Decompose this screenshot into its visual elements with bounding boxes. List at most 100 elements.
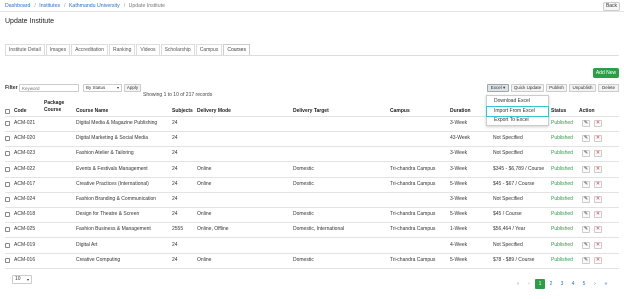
page-link[interactable]: 2: [546, 279, 556, 289]
excel-menu: Download Excel Template Import From Exce…: [486, 95, 549, 126]
table-row[interactable]: ACM-022 Events & Festivals Management 24 On…: [5, 164, 619, 175]
page-link[interactable]: 5: [579, 279, 589, 289]
pencil-icon[interactable]: ✎: [582, 256, 590, 264]
quick-update-button[interactable]: Quick Update: [511, 84, 544, 92]
publish-button[interactable]: Publish: [546, 84, 567, 92]
row-course-name[interactable]: Creative Computing: [76, 255, 120, 266]
delete-button[interactable]: Delete: [598, 84, 619, 92]
filter-label: Filter: [5, 85, 18, 91]
row-divider: [5, 222, 619, 224]
close-icon[interactable]: ✕: [594, 226, 602, 234]
page-link[interactable]: 3: [557, 279, 567, 289]
row-checkbox[interactable]: [5, 242, 10, 248]
tab-ranking[interactable]: Ranking: [109, 44, 136, 55]
breadcrumb-institutes[interactable]: Institutes: [39, 3, 60, 9]
tab-campus[interactable]: Campus: [195, 44, 223, 55]
close-icon[interactable]: ✕: [594, 135, 602, 143]
page-title: Update Institute: [5, 18, 55, 25]
close-icon[interactable]: ✕: [594, 241, 602, 249]
row-code: ACM-022: [14, 165, 36, 172]
back-button[interactable]: Back: [603, 2, 620, 11]
row-divider: [5, 146, 619, 148]
row-checkbox[interactable]: [5, 197, 10, 202]
table-row[interactable]: ACM-024 Fashion Branding & Communication 2…: [5, 194, 619, 205]
pencil-icon[interactable]: ✎: [582, 226, 590, 234]
row-course-name[interactable]: Digital Art: [76, 240, 97, 251]
row-checkbox[interactable]: [5, 257, 10, 263]
apply-button[interactable]: Apply: [124, 84, 141, 92]
breadcrumb-dashboard[interactable]: Dashboard: [5, 3, 30, 9]
page-link[interactable]: «: [513, 279, 523, 289]
pencil-icon[interactable]: ✎: [582, 120, 590, 127]
unpublish-button[interactable]: Unpublish: [569, 84, 596, 92]
close-icon[interactable]: ✕: [594, 150, 602, 158]
row-delivery-target: Domestic: [293, 180, 314, 187]
menu-item-export-excel[interactable]: Export To Excel: [487, 116, 548, 125]
tab-scholarship[interactable]: Scholarship: [160, 44, 195, 55]
page-link[interactable]: ‹: [524, 279, 534, 289]
page-link[interactable]: 1: [535, 279, 545, 289]
row-course-name[interactable]: Events & Festivals Management: [76, 164, 148, 175]
row-checkbox[interactable]: [5, 136, 10, 142]
col-campus: Campus: [390, 108, 410, 114]
tab-bar: Institute Detail Images Accreditation Ra…: [5, 44, 251, 55]
page-link[interactable]: 4: [568, 279, 578, 289]
table-row[interactable]: ACM-025 Fashion Business & Management 2555…: [5, 224, 619, 235]
table-row[interactable]: ACM-023 Fashion Atelier & Tailoring 24 3-We…: [5, 148, 619, 159]
row-course-name[interactable]: Fashion Business & Management: [76, 224, 151, 235]
pencil-icon[interactable]: ✎: [582, 180, 590, 188]
close-icon[interactable]: ✕: [594, 180, 602, 188]
close-icon[interactable]: ✕: [594, 256, 602, 264]
pencil-icon[interactable]: ✎: [582, 241, 590, 249]
row-course-name[interactable]: Design for Theatre & Screen: [76, 209, 139, 220]
row-course-name[interactable]: Fashion Branding & Communication: [76, 194, 156, 205]
row-checkbox[interactable]: [5, 181, 10, 187]
table-row[interactable]: ACM-019 Digital Art 24 4-Week Not Specified P…: [5, 240, 619, 251]
pencil-icon[interactable]: ✎: [582, 211, 590, 219]
add-new-button[interactable]: Add New: [593, 68, 619, 78]
select-all-checkbox[interactable]: [5, 109, 10, 114]
page-link[interactable]: »: [601, 279, 611, 289]
excel-button[interactable]: Excel ▾: [487, 84, 509, 92]
table-row[interactable]: ACM-016 Creative Computing 24 Online Domesti…: [5, 255, 619, 266]
row-code: ACM-018: [14, 211, 36, 218]
pencil-icon[interactable]: ✎: [582, 196, 590, 203]
table-row[interactable]: ACM-018 Design for Theatre & Screen 24 Onli…: [5, 209, 619, 220]
row-course-name[interactable]: Digital Media & Magazine Publishing: [76, 118, 157, 129]
row-checkbox[interactable]: [5, 151, 10, 157]
col-code: Code: [14, 108, 27, 114]
breadcrumb-institute[interactable]: Kathmandu University: [69, 3, 120, 9]
pencil-icon[interactable]: ✎: [582, 150, 590, 158]
tab-videos[interactable]: Videos: [136, 44, 160, 55]
row-checkbox[interactable]: [5, 227, 10, 233]
row-checkbox[interactable]: [5, 212, 10, 218]
row-duration: 43-Week: [450, 135, 470, 142]
close-icon[interactable]: ✕: [594, 120, 602, 127]
tab-accreditation[interactable]: Accreditation: [71, 44, 108, 55]
tab-courses[interactable]: Courses: [223, 44, 250, 55]
breadcrumb-current: Update Institute: [128, 3, 165, 9]
close-icon[interactable]: ✕: [594, 165, 602, 173]
page-size-select[interactable]: 10 ▾: [12, 275, 32, 284]
status-select[interactable]: By Status ▾: [83, 84, 122, 92]
row-course-name[interactable]: Creative Practices (International): [76, 179, 149, 190]
row-status: Published: [551, 135, 573, 142]
row-checkbox[interactable]: [5, 121, 10, 126]
tab-institute-detail[interactable]: Institute Detail: [5, 44, 45, 55]
keyword-input[interactable]: [19, 84, 79, 92]
pencil-icon[interactable]: ✎: [582, 165, 590, 173]
row-course-name[interactable]: Fashion Atelier & Tailoring: [76, 148, 134, 159]
row-divider: [5, 131, 619, 132]
close-icon[interactable]: ✕: [594, 211, 602, 219]
menu-item-download-template[interactable]: Download Excel Template: [487, 97, 548, 113]
table-row[interactable]: ACM-017 Creative Practices (International…: [5, 179, 619, 190]
menu-item-import-excel[interactable]: Import From Excel: [486, 106, 549, 117]
row-course-name[interactable]: Digital Marketing & Social Media: [76, 133, 148, 144]
table-row[interactable]: ACM-020 Digital Marketing & Social Media 2…: [5, 133, 619, 144]
tab-images[interactable]: Images: [45, 44, 71, 55]
pencil-icon[interactable]: ✎: [582, 135, 590, 143]
row-checkbox[interactable]: [5, 166, 10, 172]
page-link[interactable]: ›: [590, 279, 600, 289]
row-duration: 3-Week: [450, 150, 468, 157]
close-icon[interactable]: ✕: [594, 196, 602, 203]
